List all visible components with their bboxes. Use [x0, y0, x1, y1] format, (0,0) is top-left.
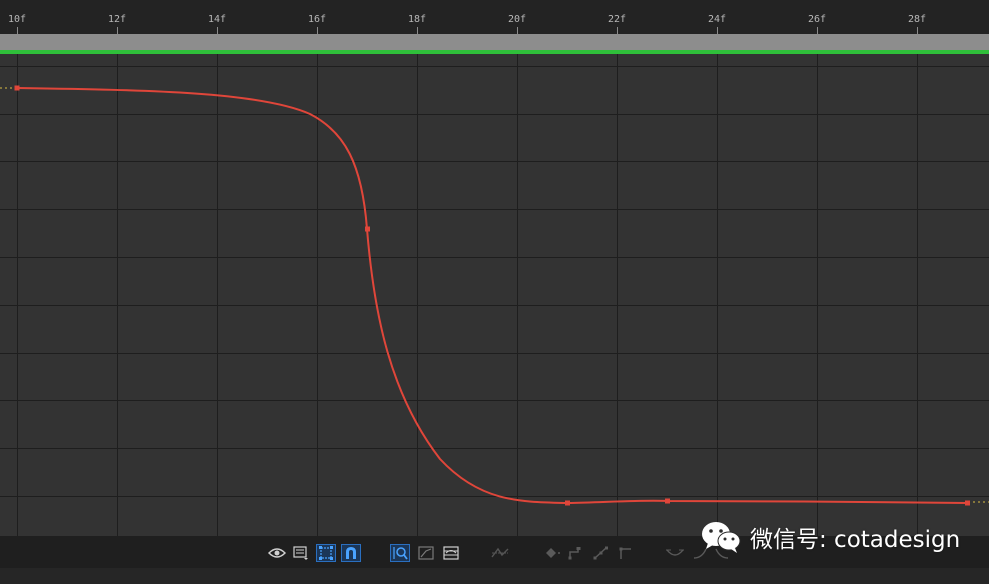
time-ruler[interactable]: 10f 12f 14f 16f 18f 20f 22f 24f 26f 28f	[0, 0, 989, 34]
keyframe[interactable]	[14, 85, 20, 91]
ruler-tick	[517, 27, 518, 34]
ruler-tick	[917, 27, 918, 34]
fit-all-icon[interactable]	[416, 544, 436, 562]
keyframe[interactable]	[365, 226, 370, 232]
hold-keyframe-icon[interactable]	[566, 544, 586, 562]
ruler-tick	[817, 27, 818, 34]
ruler-label-22f: 22f	[608, 14, 627, 25]
ruler-label-14f: 14f	[208, 14, 227, 25]
easy-ease-icon[interactable]	[665, 544, 685, 562]
roving-icon[interactable]	[616, 544, 636, 562]
ruler-tick	[417, 27, 418, 34]
ruler-tick	[117, 27, 118, 34]
edit-speed-icon[interactable]	[441, 544, 461, 562]
eye-icon[interactable]	[267, 544, 287, 562]
ruler-label-12f: 12f	[108, 14, 127, 25]
wechat-logo-icon	[702, 522, 741, 553]
work-area-bar[interactable]	[0, 34, 989, 50]
graph-grid	[0, 54, 989, 536]
footer-strip	[0, 568, 989, 584]
graph-editor: 10f 12f 14f 16f 18f 20f 22f 24f 26f 28f	[0, 0, 989, 584]
snap-icon[interactable]	[341, 544, 361, 562]
transform-box-icon[interactable]	[316, 544, 336, 562]
ruler-tick	[17, 27, 18, 34]
graph-area[interactable]	[0, 54, 989, 536]
watermark: 微信号: cotadesign	[700, 520, 960, 554]
ruler-label-16f: 16f	[308, 14, 327, 25]
ruler-tick	[317, 27, 318, 34]
auto-bezier-icon[interactable]	[591, 544, 611, 562]
ruler-label-26f: 26f	[808, 14, 827, 25]
ruler-tick	[617, 27, 618, 34]
convert-keyframe-icon[interactable]	[543, 544, 563, 562]
keyframe[interactable]	[665, 498, 670, 504]
fit-selection-icon[interactable]	[390, 544, 410, 562]
value-curve[interactable]	[16, 87, 968, 505]
ruler-label-18f: 18f	[408, 14, 427, 25]
keyframe[interactable]	[565, 500, 570, 506]
ruler-tick	[217, 27, 218, 34]
ruler-tick	[717, 27, 718, 34]
ruler-label-28f: 28f	[908, 14, 927, 25]
ruler-label-20f: 20f	[508, 14, 527, 25]
keyframe[interactable]	[965, 500, 970, 506]
separate-dimensions-icon[interactable]	[490, 544, 510, 562]
watermark-text: 微信号: cotadesign	[750, 527, 961, 553]
ruler-label-10f: 10f	[8, 14, 27, 25]
ruler-label-24f: 24f	[708, 14, 727, 25]
graph-canvas[interactable]	[0, 54, 989, 536]
graph-menu-icon[interactable]	[291, 544, 311, 562]
